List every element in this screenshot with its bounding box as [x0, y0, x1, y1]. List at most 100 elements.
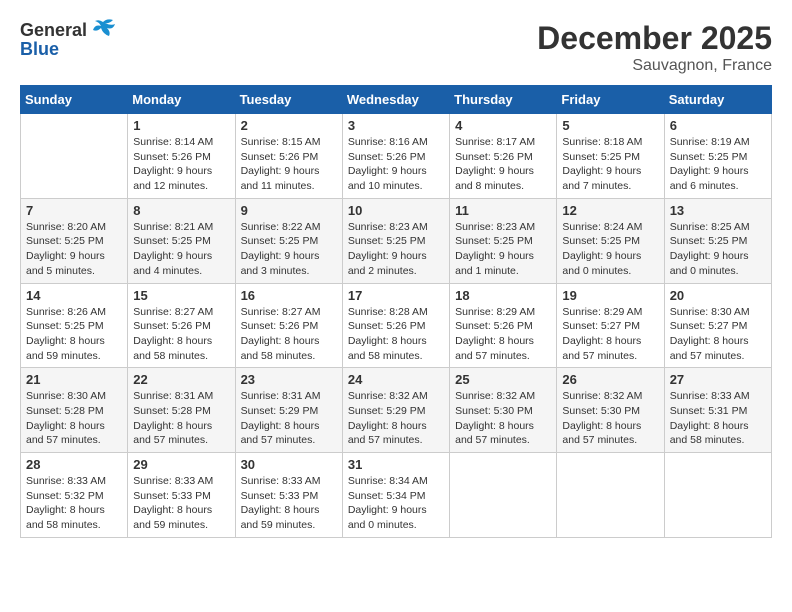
header-sunday: Sunday [21, 86, 128, 114]
day-info: Sunrise: 8:30 AMSunset: 5:28 PMDaylight:… [26, 389, 122, 448]
calendar-cell: 22 Sunrise: 8:31 AMSunset: 5:28 PMDayligh… [128, 368, 235, 453]
calendar-cell: 6 Sunrise: 8:19 AMSunset: 5:25 PMDaylight… [664, 114, 771, 199]
day-number: 21 [26, 372, 122, 387]
day-number: 29 [133, 457, 229, 472]
day-info: Sunrise: 8:19 AMSunset: 5:25 PMDaylight:… [670, 135, 766, 194]
day-number: 5 [562, 118, 658, 133]
page-header: General Blue December 2025 Sauvagnon, Fr… [20, 20, 772, 75]
logo-general-text: General [20, 20, 87, 41]
calendar-cell: 19 Sunrise: 8:29 AMSunset: 5:27 PMDayligh… [557, 283, 664, 368]
day-number: 28 [26, 457, 122, 472]
day-number: 17 [348, 288, 444, 303]
calendar-week-1: 1 Sunrise: 8:14 AMSunset: 5:26 PMDaylight… [21, 114, 772, 199]
month-title: December 2025 [537, 20, 772, 57]
day-info: Sunrise: 8:30 AMSunset: 5:27 PMDaylight:… [670, 305, 766, 364]
calendar-cell [557, 453, 664, 538]
day-info: Sunrise: 8:32 AMSunset: 5:30 PMDaylight:… [562, 389, 658, 448]
day-info: Sunrise: 8:23 AMSunset: 5:25 PMDaylight:… [455, 220, 551, 279]
calendar-cell: 1 Sunrise: 8:14 AMSunset: 5:26 PMDaylight… [128, 114, 235, 199]
day-number: 24 [348, 372, 444, 387]
calendar-cell: 18 Sunrise: 8:29 AMSunset: 5:26 PMDayligh… [450, 283, 557, 368]
day-info: Sunrise: 8:29 AMSunset: 5:26 PMDaylight:… [455, 305, 551, 364]
header-thursday: Thursday [450, 86, 557, 114]
calendar-cell [664, 453, 771, 538]
day-info: Sunrise: 8:25 AMSunset: 5:25 PMDaylight:… [670, 220, 766, 279]
day-number: 11 [455, 203, 551, 218]
calendar-cell: 10Sunrise: 8:23 AMSunset: 5:25 PMDayligh… [342, 198, 449, 283]
day-number: 16 [241, 288, 337, 303]
day-info: Sunrise: 8:14 AMSunset: 5:26 PMDaylight:… [133, 135, 229, 194]
day-info: Sunrise: 8:34 AMSunset: 5:34 PMDaylight:… [348, 474, 444, 533]
day-number: 25 [455, 372, 551, 387]
calendar-cell: 12 Sunrise: 8:24 AMSunset: 5:25 PMDayligh… [557, 198, 664, 283]
day-number: 26 [562, 372, 658, 387]
calendar-cell: 13 Sunrise: 8:25 AMSunset: 5:25 PMDayligh… [664, 198, 771, 283]
logo-blue-text: Blue [20, 39, 59, 60]
day-info: Sunrise: 8:16 AMSunset: 5:26 PMDaylight:… [348, 135, 444, 194]
calendar-table: SundayMondayTuesdayWednesdayThursdayFrid… [20, 85, 772, 538]
calendar-cell: 30Sunrise: 8:33 AMSunset: 5:33 PMDayligh… [235, 453, 342, 538]
day-number: 8 [133, 203, 229, 218]
day-info: Sunrise: 8:32 AMSunset: 5:29 PMDaylight:… [348, 389, 444, 448]
header-tuesday: Tuesday [235, 86, 342, 114]
day-number: 23 [241, 372, 337, 387]
logo-bird-icon [89, 18, 117, 40]
calendar-cell: 3Sunrise: 8:16 AMSunset: 5:26 PMDaylight… [342, 114, 449, 199]
calendar-cell: 14 Sunrise: 8:26 AMSunset: 5:25 PMDayligh… [21, 283, 128, 368]
title-section: December 2025 Sauvagnon, France [537, 20, 772, 75]
day-info: Sunrise: 8:33 AMSunset: 5:31 PMDaylight:… [670, 389, 766, 448]
day-number: 30 [241, 457, 337, 472]
header-wednesday: Wednesday [342, 86, 449, 114]
calendar-cell: 25 Sunrise: 8:32 AMSunset: 5:30 PMDayligh… [450, 368, 557, 453]
day-info: Sunrise: 8:31 AMSunset: 5:28 PMDaylight:… [133, 389, 229, 448]
day-info: Sunrise: 8:27 AMSunset: 5:26 PMDaylight:… [133, 305, 229, 364]
calendar-cell: 26 Sunrise: 8:32 AMSunset: 5:30 PMDayligh… [557, 368, 664, 453]
day-number: 1 [133, 118, 229, 133]
day-info: Sunrise: 8:22 AMSunset: 5:25 PMDaylight:… [241, 220, 337, 279]
calendar-week-4: 21 Sunrise: 8:30 AMSunset: 5:28 PMDayligh… [21, 368, 772, 453]
logo: General Blue [20, 20, 117, 60]
calendar-cell: 9 Sunrise: 8:22 AMSunset: 5:25 PMDaylight… [235, 198, 342, 283]
header-saturday: Saturday [664, 86, 771, 114]
day-number: 6 [670, 118, 766, 133]
day-info: Sunrise: 8:24 AMSunset: 5:25 PMDaylight:… [562, 220, 658, 279]
calendar-cell: 20 Sunrise: 8:30 AMSunset: 5:27 PMDayligh… [664, 283, 771, 368]
day-info: Sunrise: 8:20 AMSunset: 5:25 PMDaylight:… [26, 220, 122, 279]
calendar-week-3: 14 Sunrise: 8:26 AMSunset: 5:25 PMDayligh… [21, 283, 772, 368]
day-number: 18 [455, 288, 551, 303]
day-number: 10 [348, 203, 444, 218]
calendar-cell: 16 Sunrise: 8:27 AMSunset: 5:26 PMDayligh… [235, 283, 342, 368]
day-number: 13 [670, 203, 766, 218]
calendar-cell [450, 453, 557, 538]
day-info: Sunrise: 8:26 AMSunset: 5:25 PMDaylight:… [26, 305, 122, 364]
calendar-cell: 17 Sunrise: 8:28 AMSunset: 5:26 PMDayligh… [342, 283, 449, 368]
calendar-cell: 27Sunrise: 8:33 AMSunset: 5:31 PMDayligh… [664, 368, 771, 453]
calendar-cell: 23Sunrise: 8:31 AMSunset: 5:29 PMDayligh… [235, 368, 342, 453]
day-info: Sunrise: 8:33 AMSunset: 5:32 PMDaylight:… [26, 474, 122, 533]
calendar-week-2: 7Sunrise: 8:20 AMSunset: 5:25 PMDaylight… [21, 198, 772, 283]
day-info: Sunrise: 8:18 AMSunset: 5:25 PMDaylight:… [562, 135, 658, 194]
day-number: 22 [133, 372, 229, 387]
day-info: Sunrise: 8:21 AMSunset: 5:25 PMDaylight:… [133, 220, 229, 279]
calendar-cell: 2Sunrise: 8:15 AMSunset: 5:26 PMDaylight… [235, 114, 342, 199]
calendar-cell: 8 Sunrise: 8:21 AMSunset: 5:25 PMDaylight… [128, 198, 235, 283]
calendar-week-5: 28 Sunrise: 8:33 AMSunset: 5:32 PMDayligh… [21, 453, 772, 538]
calendar-cell: 15 Sunrise: 8:27 AMSunset: 5:26 PMDayligh… [128, 283, 235, 368]
day-number: 20 [670, 288, 766, 303]
day-number: 14 [26, 288, 122, 303]
day-info: Sunrise: 8:28 AMSunset: 5:26 PMDaylight:… [348, 305, 444, 364]
calendar-cell: 24 Sunrise: 8:32 AMSunset: 5:29 PMDayligh… [342, 368, 449, 453]
day-info: Sunrise: 8:27 AMSunset: 5:26 PMDaylight:… [241, 305, 337, 364]
day-info: Sunrise: 8:32 AMSunset: 5:30 PMDaylight:… [455, 389, 551, 448]
day-number: 19 [562, 288, 658, 303]
day-number: 15 [133, 288, 229, 303]
calendar-cell: 11 Sunrise: 8:23 AMSunset: 5:25 PMDayligh… [450, 198, 557, 283]
header-monday: Monday [128, 86, 235, 114]
day-info: Sunrise: 8:33 AMSunset: 5:33 PMDaylight:… [133, 474, 229, 533]
calendar-cell: 7Sunrise: 8:20 AMSunset: 5:25 PMDaylight… [21, 198, 128, 283]
day-number: 9 [241, 203, 337, 218]
day-info: Sunrise: 8:29 AMSunset: 5:27 PMDaylight:… [562, 305, 658, 364]
day-number: 12 [562, 203, 658, 218]
location: Sauvagnon, France [537, 57, 772, 75]
day-info: Sunrise: 8:15 AMSunset: 5:26 PMDaylight:… [241, 135, 337, 194]
